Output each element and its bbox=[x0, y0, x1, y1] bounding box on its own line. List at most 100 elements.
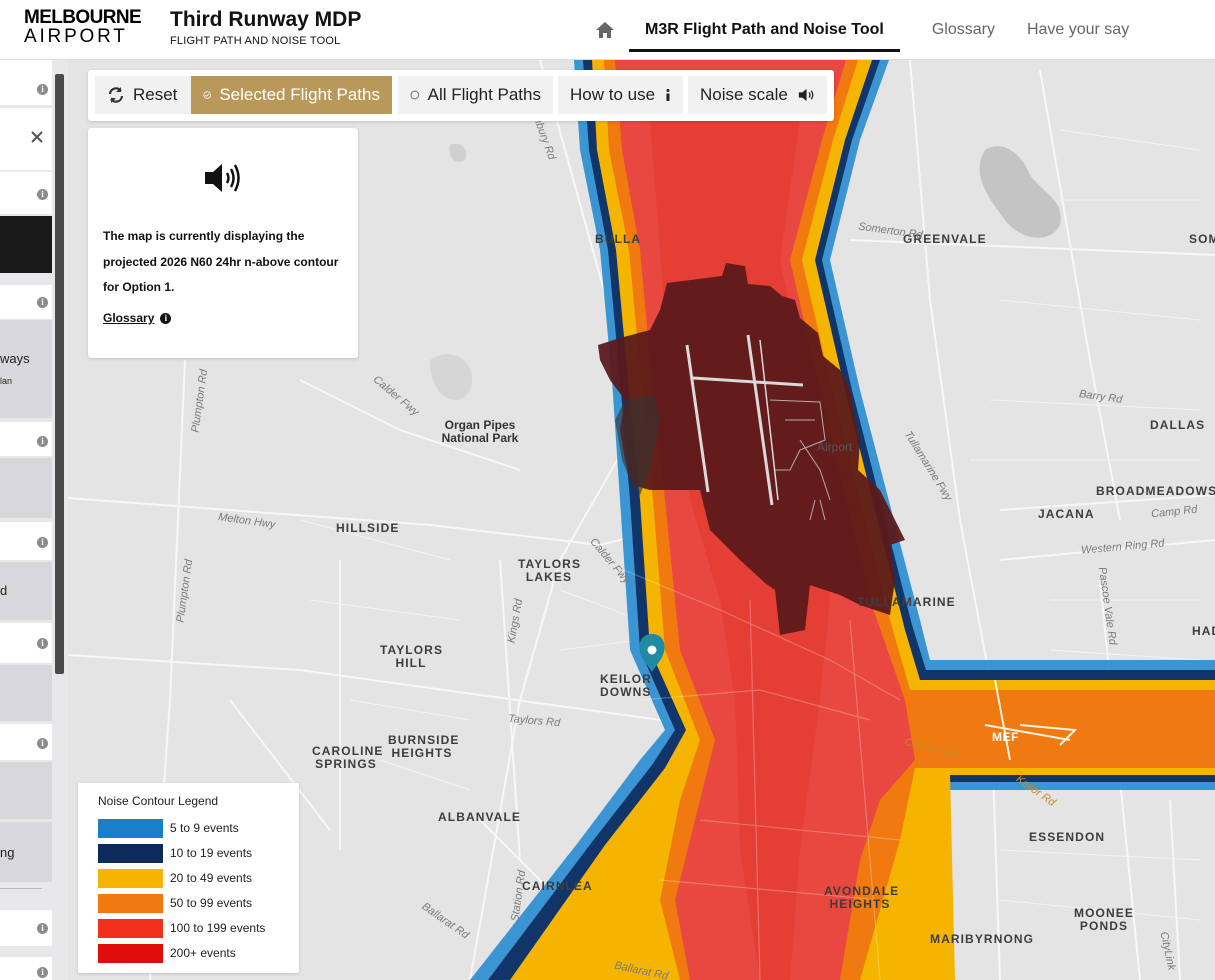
selected-flight-paths-button[interactable]: Selected Flight Paths bbox=[191, 76, 392, 114]
sidebar-item[interactable]: i bbox=[0, 724, 52, 760]
reset-label: Reset bbox=[133, 85, 178, 104]
place-moonee-ponds: MOONEE PONDS bbox=[1074, 906, 1134, 933]
legend-title: Noise Contour Legend bbox=[98, 794, 219, 808]
legend-swatch bbox=[98, 893, 163, 913]
glossary-link-label: Glossary bbox=[103, 311, 155, 325]
noise-scale-button[interactable]: Noise scale bbox=[688, 76, 827, 114]
project-subtitle: FLIGHT PATH AND NOISE TOOL bbox=[170, 35, 341, 47]
place-organ-pipes: Organ Pipes National Park bbox=[441, 418, 519, 445]
sidebar-option[interactable] bbox=[0, 665, 52, 721]
speaker-icon bbox=[205, 164, 240, 192]
how-to-use-button[interactable]: How to use bbox=[558, 76, 683, 114]
info-icon[interactable]: i bbox=[37, 436, 48, 447]
info-icon[interactable]: i bbox=[37, 297, 48, 308]
close-icon[interactable] bbox=[30, 130, 44, 144]
sidebar-item[interactable]: i bbox=[0, 957, 52, 980]
place-mef: MEF bbox=[992, 730, 1019, 744]
legend-swatch bbox=[98, 868, 163, 888]
main-nav: M3R Flight Path and Noise Tool Glossary … bbox=[595, 0, 1161, 60]
map-toolbar: Reset Selected Flight Paths All Flight P… bbox=[88, 70, 834, 121]
sidebar-item[interactable]: i bbox=[0, 522, 52, 560]
sidebar-option-runways[interactable]: ways lan bbox=[0, 320, 52, 418]
info-icon[interactable]: i bbox=[37, 537, 48, 548]
melbourne-airport-logo[interactable]: MELBOURNE AIRPORT bbox=[24, 7, 142, 47]
home-icon[interactable] bbox=[595, 20, 617, 40]
place-hillside: HILLSIDE bbox=[336, 521, 400, 535]
place-taylors-hill: TAYLORS HILL bbox=[380, 643, 444, 670]
place-broadmeadows: BROADMEADOWS bbox=[1096, 484, 1215, 498]
legend-label: 5 to 9 events bbox=[170, 821, 239, 835]
sidebar-item[interactable]: i bbox=[0, 60, 52, 105]
sidebar: i i i ways lan i i d i i ng i i bbox=[0, 60, 68, 980]
legend-label: 50 to 99 events bbox=[170, 896, 253, 910]
sidebar-option[interactable]: ng bbox=[0, 822, 52, 882]
legend-item: 10 to 19 events bbox=[98, 843, 252, 863]
info-icon[interactable]: i bbox=[37, 189, 48, 200]
place-cairnlea: CAIRNLEA bbox=[522, 879, 593, 893]
reservoir-shape bbox=[979, 146, 1061, 238]
place-burnside-heights: BURNSIDE HEIGHTS bbox=[388, 733, 460, 760]
place-airport: Airport bbox=[817, 440, 853, 454]
place-dallas: DALLAS bbox=[1150, 418, 1206, 432]
sidebar-item[interactable]: i bbox=[0, 910, 52, 946]
place-hadfield: HAD bbox=[1192, 624, 1215, 638]
info-icon[interactable]: i bbox=[37, 967, 48, 978]
nav-have-your-say[interactable]: Have your say bbox=[1027, 8, 1129, 52]
legend-swatch bbox=[98, 943, 163, 963]
sidebar-divider bbox=[0, 888, 42, 889]
project-title: Third Runway MDP bbox=[170, 8, 362, 31]
legend-label: 10 to 19 events bbox=[170, 846, 253, 860]
sidebar-option-label: ways bbox=[0, 351, 30, 366]
info-panel: The map is currently displaying the proj… bbox=[88, 128, 358, 358]
sidebar-item[interactable]: i bbox=[0, 285, 52, 319]
sidebar-scrollbar[interactable] bbox=[55, 74, 64, 674]
sidebar-selected-item[interactable] bbox=[0, 216, 52, 273]
place-somerton: SOM bbox=[1189, 232, 1215, 246]
app: MELBOURNE AIRPORT Third Runway MDP FLIGH… bbox=[0, 0, 1215, 980]
place-avondale-heights: AVONDALE HEIGHTS bbox=[824, 884, 900, 911]
all-flight-paths-label: All Flight Paths bbox=[427, 85, 541, 104]
legend-swatch bbox=[98, 843, 163, 863]
reset-button[interactable]: Reset bbox=[95, 76, 191, 114]
place-essendon: ESSENDON bbox=[1029, 830, 1106, 844]
place-tullamarine: TULLAMARINE bbox=[857, 595, 956, 609]
place-maribyrnong: MARIBYRNONG bbox=[930, 932, 1035, 946]
sidebar-item[interactable]: i bbox=[0, 422, 52, 456]
legend-swatch bbox=[98, 818, 163, 838]
place-jacana: JACANA bbox=[1038, 507, 1095, 521]
info-icon[interactable]: i bbox=[37, 638, 48, 649]
info-panel-description: The map is currently displaying the proj… bbox=[103, 229, 339, 294]
sidebar-option[interactable] bbox=[0, 762, 52, 819]
place-bulla: BULLA bbox=[595, 232, 642, 246]
logo-line-2: AIRPORT bbox=[24, 26, 128, 47]
noise-contour-legend: Noise Contour Legend 5 to 9 events 10 to… bbox=[78, 783, 299, 973]
legend-label: 20 to 49 events bbox=[170, 871, 253, 885]
sidebar-item[interactable]: i bbox=[0, 623, 52, 663]
legend-item: 100 to 199 events bbox=[98, 918, 265, 938]
all-flight-paths-button[interactable]: All Flight Paths bbox=[398, 76, 553, 114]
info-icon[interactable]: i bbox=[37, 84, 48, 95]
header: MELBOURNE AIRPORT Third Runway MDP FLIGH… bbox=[0, 0, 1215, 60]
place-albanvale: ALBANVALE bbox=[438, 810, 522, 824]
selected-flight-paths-label: Selected Flight Paths bbox=[219, 85, 380, 104]
info-icon: i bbox=[160, 312, 172, 324]
legend-label: 200+ events bbox=[170, 946, 236, 960]
radio-empty-icon bbox=[410, 90, 420, 100]
sidebar-option[interactable]: d bbox=[0, 562, 52, 620]
glossary-link[interactable]: Glossary i bbox=[103, 311, 172, 325]
sidebar-search-field[interactable] bbox=[0, 108, 52, 170]
place-taylors-lakes: TAYLORS LAKES bbox=[518, 557, 582, 584]
sidebar-option[interactable] bbox=[0, 458, 52, 518]
info-icon[interactable]: i bbox=[37, 923, 48, 934]
place-caroline-springs: CAROLINE SPRINGS bbox=[312, 744, 384, 771]
logo-line-1: MELBOURNE bbox=[24, 7, 142, 28]
sidebar-option-sublabel: lan bbox=[0, 376, 13, 386]
nav-glossary[interactable]: Glossary bbox=[932, 8, 995, 52]
sidebar-item[interactable]: i bbox=[0, 172, 52, 214]
refresh-icon bbox=[108, 87, 124, 103]
place-keilor-downs: KEILOR DOWNS bbox=[600, 672, 652, 699]
sidebar-option-label: d bbox=[0, 583, 8, 598]
nav-flight-path-tool[interactable]: M3R Flight Path and Noise Tool bbox=[629, 8, 900, 52]
how-to-use-label: How to use bbox=[570, 85, 656, 104]
info-icon[interactable]: i bbox=[37, 738, 48, 749]
